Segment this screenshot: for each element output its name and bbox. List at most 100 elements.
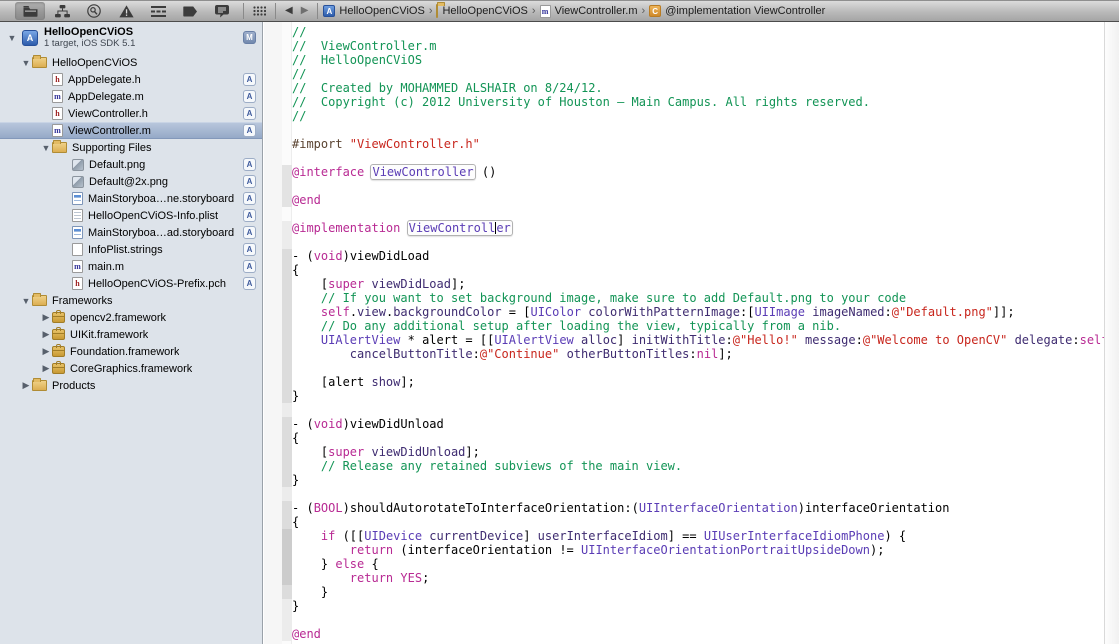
- fold-ribbon-segment[interactable]: [282, 165, 292, 207]
- breadcrumb-item[interactable]: HelloOpenCViOS: [436, 5, 527, 17]
- sidebar-item-mainstoryboa-ad-storyboard[interactable]: MainStoryboa…ad.storyboardA: [0, 224, 262, 241]
- sidebar-item-opencv2-framework[interactable]: ▶opencv2.framework: [0, 309, 262, 326]
- code-line[interactable]: [292, 123, 1104, 137]
- sidebar-item-helloopencvios-prefix-pch[interactable]: hHelloOpenCViOS-Prefix.pchA: [0, 275, 262, 292]
- code-line[interactable]: [292, 151, 1104, 165]
- symbol-navigator-icon[interactable]: [47, 2, 77, 20]
- breadcrumb-item[interactable]: mViewController.m: [540, 5, 638, 18]
- code-line[interactable]: if ([[UIDevice currentDevice] userInterf…: [292, 529, 1104, 543]
- disclosure-triangle-icon[interactable]: ▶: [40, 329, 52, 340]
- fold-ribbon-segment[interactable]: [282, 529, 292, 585]
- code-line[interactable]: @interface ViewController (): [292, 165, 1104, 179]
- code-folding-ribbon[interactable]: [282, 22, 292, 644]
- project-navigator-icon[interactable]: [15, 2, 45, 20]
- disclosure-triangle-icon[interactable]: ▼: [20, 296, 32, 306]
- sidebar-item-infoplist-strings[interactable]: InfoPlist.stringsA: [0, 241, 262, 258]
- sidebar-item-helloopencvios[interactable]: ▼HelloOpenCViOS: [0, 54, 262, 71]
- breadcrumb-item[interactable]: C@implementation ViewController: [649, 5, 825, 18]
- code-line[interactable]: }: [292, 389, 1104, 403]
- code-line[interactable]: // Copyright (c) 2012 University of Hous…: [292, 95, 1104, 109]
- code-line[interactable]: return YES;: [292, 571, 1104, 585]
- code-line[interactable]: // HelloOpenCViOS: [292, 53, 1104, 67]
- code-line[interactable]: //: [292, 25, 1104, 39]
- source-editor[interactable]: //// ViewController.m// HelloOpenCViOS//…: [264, 22, 1119, 644]
- sidebar-item-appdelegate-h[interactable]: hAppDelegate.hA: [0, 71, 262, 88]
- sidebar-item-appdelegate-m[interactable]: mAppDelegate.mA: [0, 88, 262, 105]
- sidebar-item-foundation-framework[interactable]: ▶Foundation.framework: [0, 343, 262, 360]
- fold-ribbon-segment[interactable]: [282, 249, 292, 403]
- sidebar-item-mainstoryboa-ne-storyboard[interactable]: MainStoryboa…ne.storyboardA: [0, 190, 262, 207]
- related-items-icon[interactable]: [249, 6, 270, 16]
- sidebar-item-frameworks[interactable]: ▼Frameworks: [0, 292, 262, 309]
- code-line[interactable]: @end: [292, 627, 1104, 641]
- code-line[interactable]: [292, 613, 1104, 627]
- code-line[interactable]: }: [292, 473, 1104, 487]
- back-button[interactable]: ◀: [281, 6, 297, 16]
- code-line[interactable]: // Created by MOHAMMED ALSHAIR on 8/24/1…: [292, 81, 1104, 95]
- code-line[interactable]: return (interfaceOrientation != UIInterf…: [292, 543, 1104, 557]
- code-line[interactable]: - (void)viewDidUnload: [292, 417, 1104, 431]
- code-line[interactable]: [super viewDidUnload];: [292, 445, 1104, 459]
- sidebar-item-default-png[interactable]: Default.pngA: [0, 156, 262, 173]
- code-line[interactable]: - (void)viewDidLoad: [292, 249, 1104, 263]
- code-line[interactable]: //: [292, 67, 1104, 81]
- code-line[interactable]: } else {: [292, 557, 1104, 571]
- code-line[interactable]: }: [292, 599, 1104, 613]
- log-navigator-icon[interactable]: [207, 2, 237, 20]
- sidebar-item-helloopencvios-info-plist[interactable]: HelloOpenCViOS-Info.plistA: [0, 207, 262, 224]
- code-line[interactable]: - (BOOL)shouldAutorotateToInterfaceOrien…: [292, 501, 1104, 515]
- sidebar-item-viewcontroller-m[interactable]: mViewController.mA: [0, 122, 262, 139]
- file-h-icon: h: [52, 73, 63, 86]
- code-line[interactable]: //: [292, 109, 1104, 123]
- fold-ribbon-segment[interactable]: [282, 417, 292, 487]
- sidebar-item-products[interactable]: ▶Products: [0, 377, 262, 394]
- code-line[interactable]: [292, 403, 1104, 417]
- disclosure-triangle-icon[interactable]: ▶: [40, 363, 52, 374]
- breakpoint-gutter[interactable]: [264, 22, 282, 644]
- code-line[interactable]: // Do any additional setup after loading…: [292, 319, 1104, 333]
- code-line[interactable]: [292, 207, 1104, 221]
- code-line[interactable]: [292, 361, 1104, 375]
- code-line[interactable]: // Release any retained subviews of the …: [292, 459, 1104, 473]
- disclosure-triangle-icon[interactable]: ▼: [40, 143, 52, 153]
- sidebar-item-main-m[interactable]: mmain.mA: [0, 258, 262, 275]
- disclosure-triangle-icon[interactable]: ▶: [40, 312, 52, 323]
- sidebar-item-viewcontroller-h[interactable]: hViewController.hA: [0, 105, 262, 122]
- disclosure-triangle-icon[interactable]: ▶: [20, 380, 32, 391]
- code-line[interactable]: }: [292, 585, 1104, 599]
- breakpoint-navigator-icon[interactable]: [175, 2, 205, 20]
- highlighted-token[interactable]: ViewController: [407, 220, 513, 236]
- code-line[interactable]: {: [292, 263, 1104, 277]
- code-area[interactable]: //// ViewController.m// HelloOpenCViOS//…: [292, 22, 1104, 644]
- sidebar-item-supporting-files[interactable]: ▼Supporting Files: [0, 139, 262, 156]
- search-navigator-icon[interactable]: [79, 2, 109, 20]
- code-line[interactable]: [super viewDidLoad];: [292, 277, 1104, 291]
- vertical-scrollbar[interactable]: [1104, 22, 1119, 644]
- code-line[interactable]: {: [292, 515, 1104, 529]
- code-line[interactable]: UIAlertView * alert = [[UIAlertView allo…: [292, 333, 1104, 347]
- code-line[interactable]: [292, 487, 1104, 501]
- code-line[interactable]: @end: [292, 193, 1104, 207]
- disclosure-triangle-icon[interactable]: ▼: [20, 58, 32, 68]
- breadcrumb-item[interactable]: AHelloOpenCViOS: [323, 5, 424, 18]
- code-line[interactable]: cancelButtonTitle:@"Continue" otherButto…: [292, 347, 1104, 361]
- issue-navigator-icon[interactable]: [111, 2, 141, 20]
- highlighted-token[interactable]: ViewController: [370, 164, 475, 180]
- code-line[interactable]: [292, 235, 1104, 249]
- project-row[interactable]: ▼ A HelloOpenCViOS 1 target, iOS SDK 5.1…: [0, 22, 262, 54]
- code-line[interactable]: [292, 179, 1104, 193]
- sidebar-item-uikit-framework[interactable]: ▶UIKit.framework: [0, 326, 262, 343]
- disclosure-triangle-icon[interactable]: ▼: [6, 33, 18, 43]
- debug-navigator-icon[interactable]: [143, 2, 173, 20]
- code-line[interactable]: @implementation ViewController: [292, 221, 1104, 235]
- code-line[interactable]: [alert show];: [292, 375, 1104, 389]
- code-line[interactable]: #import "ViewController.h": [292, 137, 1104, 151]
- code-line[interactable]: self.view.backgroundColor = [UIColor col…: [292, 305, 1104, 319]
- code-line[interactable]: {: [292, 431, 1104, 445]
- disclosure-triangle-icon[interactable]: ▶: [40, 346, 52, 357]
- sidebar-item-coregraphics-framework[interactable]: ▶CoreGraphics.framework: [0, 360, 262, 377]
- code-line[interactable]: // ViewController.m: [292, 39, 1104, 53]
- code-line[interactable]: // If you want to set background image, …: [292, 291, 1104, 305]
- sidebar-item-default-2x-png[interactable]: Default@2x.pngA: [0, 173, 262, 190]
- forward-button[interactable]: ▶: [297, 6, 313, 16]
